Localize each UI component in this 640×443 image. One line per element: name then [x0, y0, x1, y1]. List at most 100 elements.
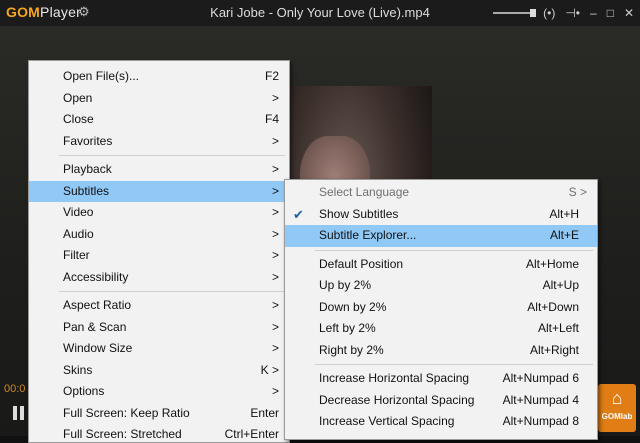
submenu-item-subtitle-explorer[interactable]: Subtitle Explorer... Alt+E — [285, 225, 597, 247]
menu-item-shortcut: F2 — [264, 69, 279, 83]
menu-item-label: Playback — [63, 162, 112, 176]
submenu-item-default-position[interactable]: Default Position Alt+Home — [285, 254, 597, 276]
chevron-right-icon: > — [271, 226, 279, 241]
menu-item-fullscreen-keep-ratio[interactable]: Full Screen: Keep Ratio Enter — [29, 403, 289, 425]
next-icon[interactable]: ⊣• — [565, 6, 580, 20]
menu-item-shortcut: Alt+Up — [542, 278, 579, 292]
submenu-item-down[interactable]: Down by 2% Alt+Down — [285, 297, 597, 319]
menu-item-filter[interactable]: Filter > — [29, 245, 289, 267]
menu-item-favorites[interactable]: Favorites > — [29, 131, 289, 153]
menu-item-label: Down by 2% — [319, 299, 387, 314]
menu-separator — [315, 364, 593, 365]
playback-time: 00:0 — [4, 383, 26, 395]
menu-item-label: Aspect Ratio — [63, 298, 132, 312]
menu-item-label: Skins — [63, 362, 93, 377]
chevron-right-icon: > — [271, 298, 279, 312]
menu-item-video[interactable]: Video > — [29, 202, 289, 224]
minimize-button[interactable]: – — [590, 6, 597, 20]
menu-item-shortcut: Alt+Right — [529, 342, 579, 357]
menu-item-label: Pan & Scan — [63, 319, 127, 334]
menu-item-audio[interactable]: Audio > — [29, 224, 289, 246]
menu-item-shortcut: Alt+Down — [527, 299, 579, 314]
menu-separator — [315, 249, 593, 251]
menu-item-label: Favorites — [63, 133, 113, 148]
submenu-item-up[interactable]: Up by 2% Alt+Up — [285, 275, 597, 297]
menu-item-shortcut: Alt+Home — [525, 256, 579, 271]
menu-item-label: Open — [63, 90, 93, 105]
chevron-right-icon: > — [271, 90, 279, 105]
menu-item-shortcut: Alt+Numpad 8 — [502, 414, 579, 428]
menu-item-label: Window Size — [63, 341, 133, 355]
menu-item-shortcut: F4 — [264, 112, 279, 126]
volume-slider[interactable] — [493, 9, 537, 17]
chevron-right-icon: > — [271, 384, 279, 398]
gomlab-label: GOMlab — [601, 412, 633, 421]
submenu-item-select-language[interactable]: Select Language S > — [285, 182, 597, 204]
menu-item-label: Increase Vertical Spacing — [319, 414, 455, 428]
menu-item-close[interactable]: Close F4 — [29, 109, 289, 131]
audio-icon[interactable]: (•) — [543, 6, 555, 20]
window-controls: (•) ⊣• – □ ✕ — [493, 3, 634, 23]
menu-item-label: Show Subtitles — [319, 206, 399, 221]
menu-separator — [59, 291, 285, 292]
submenu-item-left[interactable]: Left by 2% Alt+Left — [285, 318, 597, 340]
menu-item-shortcut: Enter — [250, 405, 279, 420]
menu-item-label: Decrease Horizontal Spacing — [319, 392, 475, 407]
chevron-right-icon: > — [271, 183, 279, 198]
menu-item-shortcut: Alt+Numpad 6 — [502, 371, 579, 385]
chevron-right-icon: > — [271, 205, 279, 219]
menu-item-accessibility[interactable]: Accessibility > — [29, 267, 289, 289]
maximize-button[interactable]: □ — [607, 6, 614, 20]
menu-item-options[interactable]: Options > — [29, 381, 289, 403]
close-button[interactable]: ✕ — [624, 6, 634, 20]
chevron-right-icon: > — [271, 133, 279, 148]
menu-item-shortcut: K > — [260, 362, 279, 377]
menu-item-shortcut: Alt+Numpad 4 — [502, 392, 579, 407]
menu-item-shortcut: Alt+H — [549, 206, 579, 221]
menu-item-fullscreen-stretched[interactable]: Full Screen: Stretched Ctrl+Enter — [29, 424, 289, 442]
menu-item-label: Default Position — [319, 256, 404, 271]
menu-item-skins[interactable]: Skins K > — [29, 360, 289, 382]
submenu-item-right[interactable]: Right by 2% Alt+Right — [285, 340, 597, 362]
menu-item-label: Subtitles — [63, 183, 110, 198]
chevron-right-icon: > — [271, 341, 279, 355]
title-bar: GOMPlayer ⚙ Kari Jobe - Only Your Love (… — [0, 0, 640, 26]
menu-item-open-files[interactable]: Open File(s)... F2 — [29, 66, 289, 88]
chevron-right-icon: > — [271, 319, 279, 334]
context-menu: Open File(s)... F2 Open > Close F4 Favorite… — [28, 60, 290, 443]
chevron-right-icon: > — [271, 269, 279, 284]
submenu-item-increase-horizontal-spacing[interactable]: Increase Horizontal Spacing Alt+Numpad 6 — [285, 368, 597, 390]
menu-item-shortcut: Alt+E — [549, 228, 579, 242]
menu-item-open[interactable]: Open > — [29, 88, 289, 110]
menu-item-label: Audio — [63, 226, 94, 241]
menu-item-label: Increase Horizontal Spacing — [319, 371, 470, 385]
checkmark-icon: ✔ — [293, 206, 304, 222]
gomlab-button[interactable]: ⌂ GOMlab — [598, 384, 636, 432]
submenu-item-increase-vertical-spacing[interactable]: Increase Vertical Spacing Alt+Numpad 8 — [285, 411, 597, 433]
menu-item-pan-scan[interactable]: Pan & Scan > — [29, 317, 289, 339]
menu-item-label: Video — [63, 205, 94, 219]
submenu-item-decrease-horizontal-spacing[interactable]: Decrease Horizontal Spacing Alt+Numpad 4 — [285, 390, 597, 412]
menu-item-window-size[interactable]: Window Size > — [29, 338, 289, 360]
menu-item-label: Subtitle Explorer... — [319, 228, 417, 242]
menu-item-shortcut: Alt+Left — [537, 321, 579, 335]
home-icon: ⌂ — [611, 388, 623, 408]
submenu-item-show-subtitles[interactable]: ✔ Show Subtitles Alt+H — [285, 204, 597, 226]
menu-item-label: Left by 2% — [319, 321, 376, 335]
menu-item-label: Full Screen: Stretched — [63, 427, 182, 441]
menu-item-aspect-ratio[interactable]: Aspect Ratio > — [29, 295, 289, 317]
chevron-right-icon: > — [271, 248, 279, 262]
menu-item-playback[interactable]: Playback > — [29, 159, 289, 181]
menu-item-label: Filter — [63, 248, 90, 262]
menu-item-subtitles[interactable]: Subtitles > — [29, 180, 289, 202]
menu-item-shortcut: Ctrl+Enter — [224, 427, 279, 441]
menu-item-label: Accessibility — [63, 269, 129, 284]
menu-item-label: Up by 2% — [319, 278, 372, 292]
menu-item-label: Full Screen: Keep Ratio — [63, 405, 190, 420]
subtitles-submenu: Select Language S > ✔ Show Subtitles Alt+H … — [284, 179, 598, 440]
menu-item-label: Options — [63, 384, 105, 398]
menu-item-shortcut: S > — [568, 185, 587, 199]
menu-item-label: Close — [63, 112, 94, 126]
menu-separator — [59, 155, 285, 156]
pause-icon[interactable] — [12, 406, 26, 420]
